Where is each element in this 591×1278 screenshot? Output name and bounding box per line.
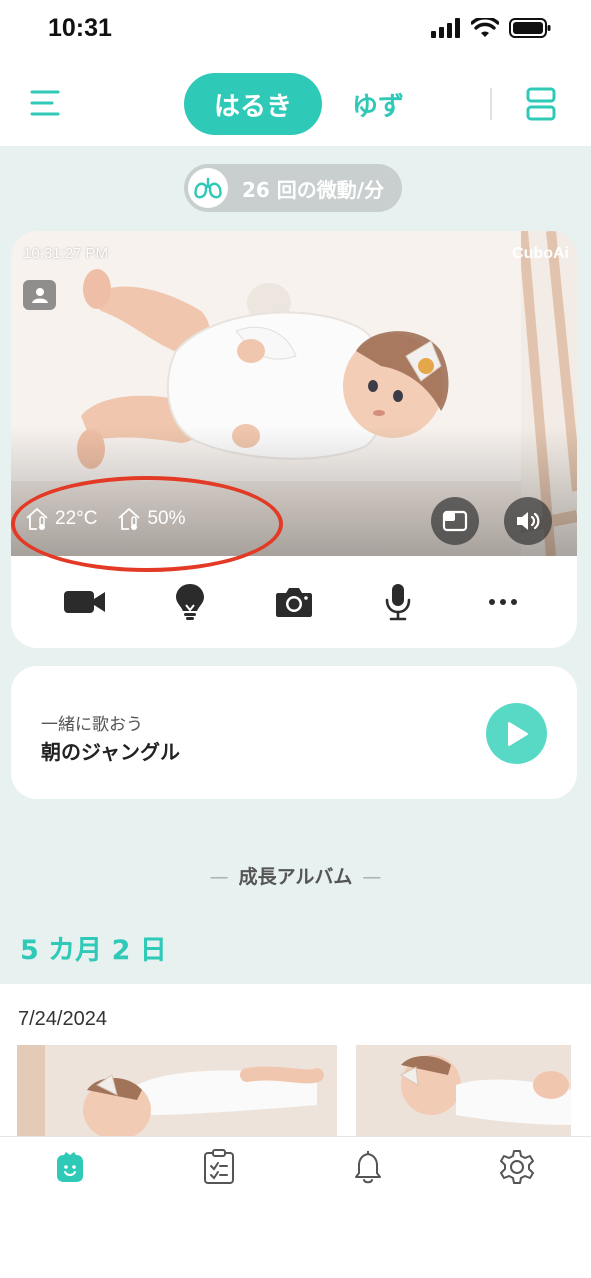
tab-notifications[interactable] xyxy=(348,1147,388,1187)
camera-card: 10:31:27 PM CuboAi 22°C 50% xyxy=(11,231,577,648)
title-dash-left: — xyxy=(209,866,229,888)
breathing-indicator[interactable]: 26 回の微動/分 xyxy=(184,164,403,212)
song-title: 朝のジャングル xyxy=(41,740,180,764)
person-icon[interactable] xyxy=(23,280,56,310)
layout-icon[interactable] xyxy=(526,87,556,121)
play-button[interactable] xyxy=(486,703,547,764)
clipboard-icon xyxy=(204,1149,234,1184)
more-icon xyxy=(488,599,517,605)
more-button[interactable] xyxy=(478,577,528,627)
lungs-icon xyxy=(188,168,228,208)
bell-icon xyxy=(355,1151,381,1184)
baby-age-label: 5 カ月 2 日 xyxy=(20,935,167,966)
tab-settings[interactable] xyxy=(497,1147,537,1187)
video-camera-icon xyxy=(64,591,106,613)
talk-button[interactable] xyxy=(373,577,423,627)
speaker-icon xyxy=(517,512,540,530)
battery-icon xyxy=(509,18,551,38)
bottom-tab-bar xyxy=(0,1136,591,1278)
wifi-icon xyxy=(471,18,499,37)
tab-baby-yuzu[interactable]: ゆず xyxy=(352,86,404,123)
play-icon xyxy=(507,721,528,746)
album-photo[interactable] xyxy=(17,1045,337,1136)
album-section-title-text: 成長アルバム xyxy=(238,866,353,888)
microphone-icon xyxy=(386,584,411,621)
camera-icon xyxy=(275,588,312,617)
status-bar: 10:31 xyxy=(0,0,591,62)
tab-diary[interactable] xyxy=(199,1147,239,1187)
feed-timestamp: 10:31:27 PM xyxy=(23,245,109,262)
camera-controls xyxy=(11,556,577,648)
tab-baby-haruki[interactable]: はるき xyxy=(184,73,322,135)
song-subtitle: 一緒に歌おう xyxy=(41,715,143,735)
speaker-button[interactable] xyxy=(504,497,552,545)
breathing-rate-text: 26 回の微動/分 xyxy=(242,177,385,202)
status-icons xyxy=(431,18,551,38)
main-area: 26 回の微動/分 10:31:27 PM CuboAi 22°C 50% 一緒… xyxy=(0,146,591,984)
cellular-signal-icon xyxy=(431,18,460,38)
baby-tabs: はるき ゆず xyxy=(184,73,404,135)
home-face-icon xyxy=(57,1152,83,1182)
album-section-title: — 成長アルバム — xyxy=(0,862,591,889)
song-card[interactable]: 一緒に歌おう 朝のジャングル xyxy=(11,666,577,799)
album-entry-date: 7/24/2024 xyxy=(18,1008,107,1030)
album-entry: 7/24/2024 xyxy=(0,984,591,1136)
title-dash-right: — xyxy=(362,866,382,888)
nav-divider xyxy=(490,88,492,120)
feed-brand-watermark: CuboAi xyxy=(512,245,569,262)
status-time: 10:31 xyxy=(48,14,112,42)
night-light-button[interactable] xyxy=(165,577,215,627)
video-record-button[interactable] xyxy=(60,577,110,627)
picture-in-picture-icon xyxy=(442,510,468,532)
top-nav: はるき ゆず xyxy=(0,62,591,146)
gear-icon xyxy=(500,1150,534,1184)
tab-home[interactable] xyxy=(50,1147,90,1187)
menu-icon[interactable] xyxy=(30,88,60,118)
album-photo[interactable] xyxy=(356,1045,571,1136)
snapshot-button[interactable] xyxy=(269,577,319,627)
lightbulb-icon xyxy=(175,584,204,620)
picture-in-picture-button[interactable] xyxy=(431,497,479,545)
